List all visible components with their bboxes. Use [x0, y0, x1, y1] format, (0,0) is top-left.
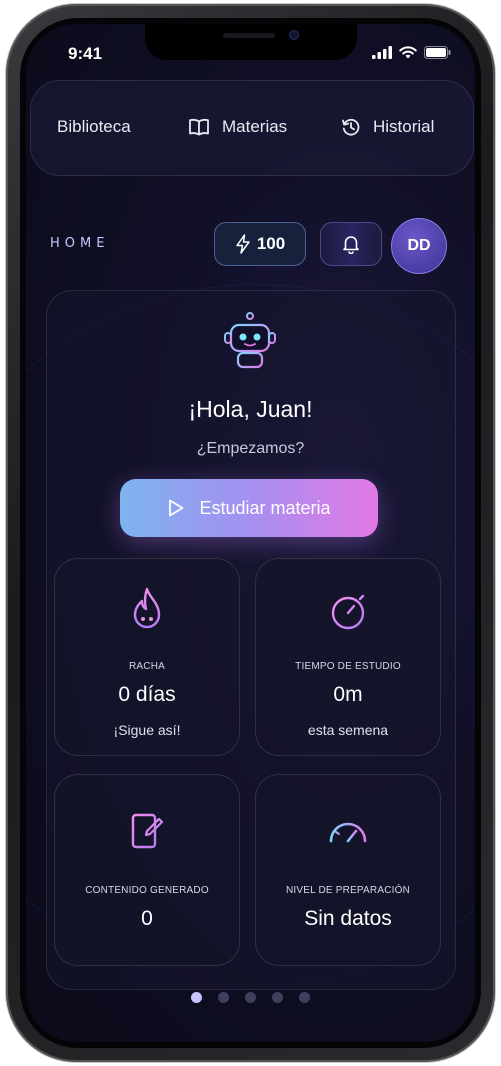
stat-label: NIVEL DE PREPARACIÓN: [285, 885, 411, 896]
robot-icon: [224, 312, 276, 369]
battery-icon: [424, 46, 451, 59]
avatar[interactable]: DD: [391, 218, 447, 274]
nav-item-label: Materias: [222, 117, 288, 136]
front-camera: [289, 30, 299, 40]
stopwatch-icon: [331, 588, 365, 630]
greeting-subtitle: ¿Empezamos?: [196, 440, 305, 457]
study-subject-label: Estudiar materia: [199, 497, 331, 518]
energy-points-button[interactable]: 100: [214, 222, 306, 266]
play-icon: [169, 499, 184, 517]
nav-item-label: Biblioteca: [57, 117, 131, 136]
notifications-button[interactable]: [320, 222, 382, 266]
page-dot[interactable]: [218, 992, 229, 1003]
greeting: ¡Hola, Juan!: [188, 396, 313, 422]
lightning-icon: [236, 234, 250, 254]
speaker: [223, 33, 275, 38]
status-icons: [372, 46, 451, 59]
energy-count: 100: [256, 234, 286, 253]
stat-value: 0m: [333, 683, 363, 706]
stat-generated-content[interactable]: CONTENIDO GENERADO 0: [54, 774, 240, 966]
stat-note: ¡Sigue así!: [113, 722, 181, 738]
history-icon: [342, 118, 360, 136]
stat-value: Sin datos: [304, 907, 392, 930]
stat-value: 0: [141, 907, 153, 930]
page-title: HOME: [50, 236, 110, 251]
page-dot[interactable]: [191, 992, 202, 1003]
status-time: 9:41: [68, 44, 103, 63]
page-dot[interactable]: [245, 992, 256, 1003]
gauge-icon: [329, 822, 367, 843]
bell-icon: [343, 236, 359, 254]
page-indicator: [26, 992, 475, 1003]
stat-label: RACHA: [128, 661, 165, 672]
stat-note: esta semena: [307, 722, 389, 738]
nav-item-label: Historial: [373, 117, 435, 136]
app-screen: 9:41 Biblioteca Materias Historial HOME …: [26, 24, 475, 1042]
stat-preparation-level[interactable]: NIVEL DE PREPARACIÓN Sin datos: [255, 774, 441, 966]
page-dot[interactable]: [299, 992, 310, 1003]
stat-label: CONTENIDO GENERADO: [85, 885, 209, 896]
stat-label: TIEMPO DE ESTUDIO: [295, 661, 401, 672]
nav-item-materias[interactable]: Materias: [188, 117, 287, 137]
nav-item-historial[interactable]: Historial: [341, 117, 434, 137]
page-dot[interactable]: [272, 992, 283, 1003]
nav-item-biblioteca[interactable]: Biblioteca: [57, 117, 131, 137]
flame-icon: [133, 587, 161, 629]
top-nav: Biblioteca Materias Historial: [30, 80, 474, 176]
stat-study-time[interactable]: TIEMPO DE ESTUDIO 0m esta semena: [255, 558, 441, 756]
edit-document-icon: [131, 813, 164, 849]
notch: [145, 24, 357, 60]
avatar-initials: DD: [407, 237, 431, 254]
book-icon: [189, 118, 209, 136]
signal-icon: [372, 46, 392, 59]
wifi-icon: [399, 46, 417, 59]
stat-value: 0 días: [118, 683, 176, 706]
study-subject-button[interactable]: Estudiar materia: [120, 479, 378, 537]
stat-streak[interactable]: RACHA 0 días ¡Sigue así!: [54, 558, 240, 756]
